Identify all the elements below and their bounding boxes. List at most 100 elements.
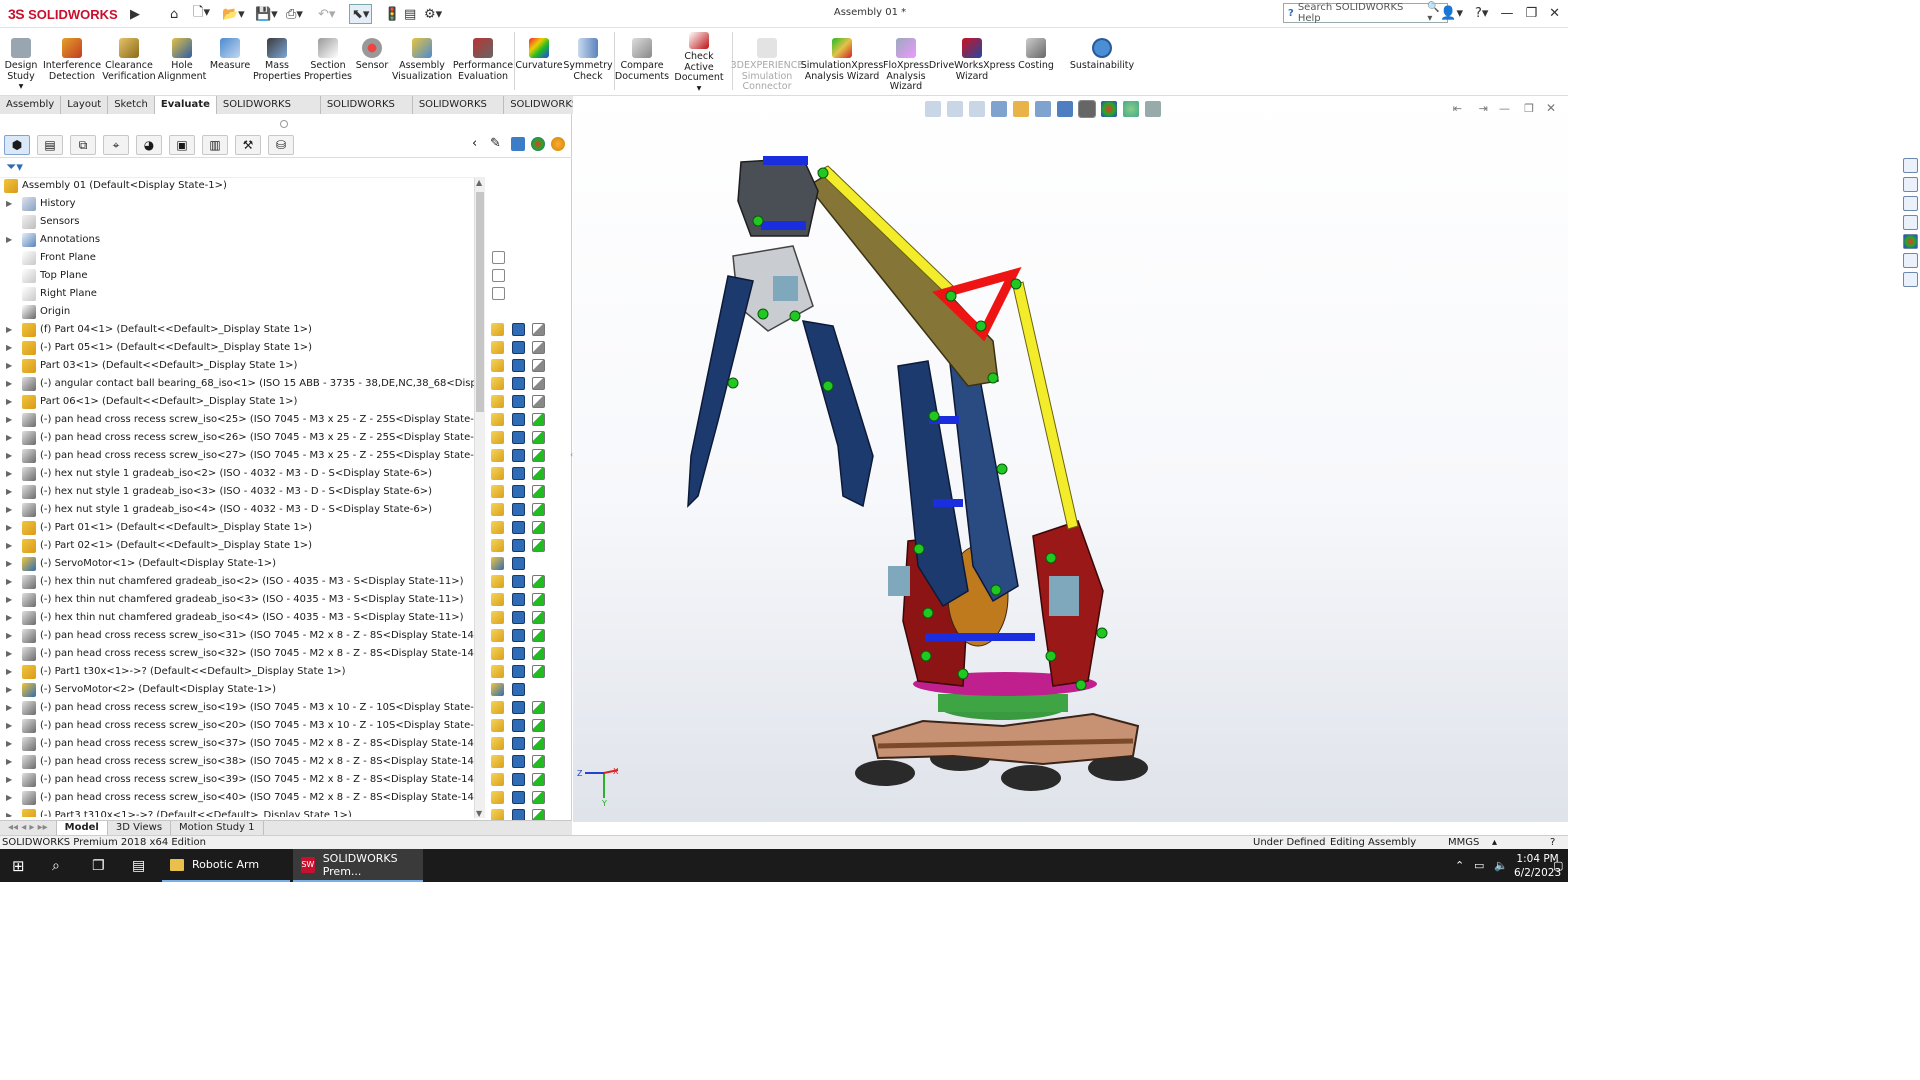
expand-arrow-icon[interactable]: ▶ [6,501,14,519]
appearance-state-icon[interactable] [532,593,545,606]
component-state-icon[interactable] [491,485,504,498]
interference-detection-button[interactable]: Interference Detection [43,30,101,94]
notifications-icon[interactable]: ▢ [1553,849,1563,882]
tree-item[interactable]: ▶ (-) hex thin nut chamfered gradeab_iso<… [0,609,475,627]
display-mode-state-icon[interactable] [512,485,525,498]
3dexperience-connector-button[interactable]: 3DEXPERIENCE Simulation Connector [731,30,803,94]
volume-icon[interactable]: 🔈 [1494,849,1508,882]
appearance-state-icon[interactable] [532,503,545,516]
display-mode-state-icon[interactable] [512,521,525,534]
viewport-tile-left-icon[interactable]: ⇤ [1453,102,1462,115]
tree-item[interactable]: ▶ Annotations [0,231,475,249]
display-mode-state-icon[interactable] [512,377,525,390]
scrollbar-thumb[interactable] [476,192,484,412]
expand-arrow-icon[interactable]: ▶ [6,753,14,771]
mass-properties-button[interactable]: Mass Properties [253,30,301,94]
sensor-button[interactable]: Sensor [354,30,390,94]
new-document-icon[interactable]: 🗋▾ [193,4,210,24]
appearance-state-icon[interactable] [532,737,545,750]
zoom-area-icon[interactable] [947,101,963,117]
expand-arrow-icon[interactable]: ▶ [6,357,14,375]
view-settings-icon[interactable] [1145,101,1161,117]
plane-visibility-icon[interactable] [492,287,505,300]
display-mode-icon[interactable] [511,137,525,151]
close-icon[interactable]: ✕ [1549,6,1560,21]
tree-item[interactable]: ▶ (-) pan head cross recess screw_iso<38>… [0,753,475,771]
component-state-icon[interactable] [491,683,504,696]
sustainability-button[interactable]: Sustainability [1068,30,1136,94]
component-state-icon[interactable] [491,575,504,588]
taskbar-item-solidworks[interactable]: SW SOLIDWORKS Prem... [293,849,423,882]
display-mode-state-icon[interactable] [512,359,525,372]
tree-item[interactable]: ▶ History [0,195,475,213]
display-mode-state-icon[interactable] [512,341,525,354]
expand-arrow-icon[interactable]: ▶ [6,411,14,429]
propertymanager-tab-icon[interactable]: ▤ [37,135,63,155]
expand-arrow-icon[interactable]: ▶ [6,375,14,393]
previous-view-icon[interactable] [969,101,985,117]
save-icon[interactable]: 💾▾ [255,4,278,24]
compare-documents-button[interactable]: Compare Documents [615,30,669,94]
component-state-icon[interactable] [491,377,504,390]
display-mode-state-icon[interactable] [512,395,525,408]
tree-item[interactable]: ▶ (f) Part 04<1> (Default<<Default>_Displ… [0,321,475,339]
appearance-state-icon[interactable] [532,791,545,804]
open-icon[interactable]: 📂▾ [222,4,245,24]
display-mode-state-icon[interactable] [512,593,525,606]
appearance-state-icon[interactable] [532,665,545,678]
network-icon[interactable]: ▭ [1474,849,1484,882]
tab-solidworks-mbd[interactable]: SOLIDWORKS MBD [320,96,413,127]
tree-item[interactable]: ▶ (-) hex nut style 1 gradeab_iso<3> (ISO… [0,483,475,501]
cam-tools-tree-tab-icon[interactable]: ⚒ [235,135,261,155]
design-library-icon[interactable] [1902,177,1918,192]
forum-icon[interactable] [1902,272,1918,287]
tree-item[interactable]: ▶ (-) angular contact ball bearing_68_iso… [0,375,475,393]
display-mode-state-icon[interactable] [512,647,525,660]
tree-item[interactable]: ▶ (-) pan head cross recess screw_iso<31>… [0,627,475,645]
configurationmanager-tab-icon[interactable]: ⧉ [70,135,96,155]
tab-sketch[interactable]: Sketch [108,96,155,114]
expand-arrow-icon[interactable]: ▶ [6,771,14,789]
tree-item[interactable]: ▶ (-) pan head cross recess screw_iso<20>… [0,717,475,735]
display-mode-state-icon[interactable] [512,575,525,588]
windows-start-icon[interactable]: ⊞ [12,849,25,882]
expand-arrow-icon[interactable]: ▶ [6,465,14,483]
symmetry-check-button[interactable]: Symmetry Check [563,30,613,94]
simulationxpress-button[interactable]: SimulationXpress Analysis Wizard [801,30,883,94]
display-mode-state-icon[interactable] [512,773,525,786]
hide-show-items-icon[interactable] [1078,100,1096,118]
dynamic-annotation-icon[interactable] [1013,101,1029,117]
component-state-icon[interactable] [491,611,504,624]
appearance-state-icon[interactable] [532,395,545,408]
units-system[interactable]: MMGS [1448,836,1479,849]
appearance-state-icon[interactable] [532,467,545,480]
tree-item[interactable]: ▶ (-) Part 05<1> (Default<<Default>_Displ… [0,339,475,357]
plane-visibility-icon[interactable] [492,251,505,264]
tree-item[interactable]: ▶ (-) pan head cross recess screw_iso<27>… [0,447,475,465]
expand-arrow-icon[interactable]: ▶ [6,339,14,357]
display-mode-state-icon[interactable] [512,413,525,426]
expand-arrow-icon[interactable]: ▶ [6,537,14,555]
scroll-up-icon[interactable]: ▲ [476,178,482,187]
expand-arrow-icon[interactable]: ▶ [6,609,14,627]
tree-item[interactable]: ▶ (-) hex thin nut chamfered gradeab_iso<… [0,591,475,609]
pinned-app-icon[interactable]: ▤ [132,849,145,882]
component-state-icon[interactable] [491,719,504,732]
collapse-left-icon[interactable]: ‹ [472,136,477,151]
display-style-icon[interactable] [1057,101,1073,117]
expand-arrow-icon[interactable]: ▶ [6,555,14,573]
component-state-icon[interactable] [491,701,504,714]
tree-item[interactable]: ▶ Part 03<1> (Default<<Default>_Display S… [0,357,475,375]
expand-menu-icon[interactable]: ▶ [130,4,140,24]
expand-arrow-icon[interactable]: ▶ [6,735,14,753]
file-properties-icon[interactable]: ▤ [404,4,416,24]
display-mode-state-icon[interactable] [512,737,525,750]
appearance-state-icon[interactable] [532,359,545,372]
expand-arrow-icon[interactable]: ▶ [6,573,14,591]
appearance-state-icon[interactable] [532,575,545,588]
tree-item[interactable]: Front Plane [0,249,475,267]
appearance-state-icon[interactable] [532,323,545,336]
component-state-icon[interactable] [491,449,504,462]
viewport-minimize-icon[interactable]: — [1499,102,1510,115]
component-state-icon[interactable] [491,773,504,786]
